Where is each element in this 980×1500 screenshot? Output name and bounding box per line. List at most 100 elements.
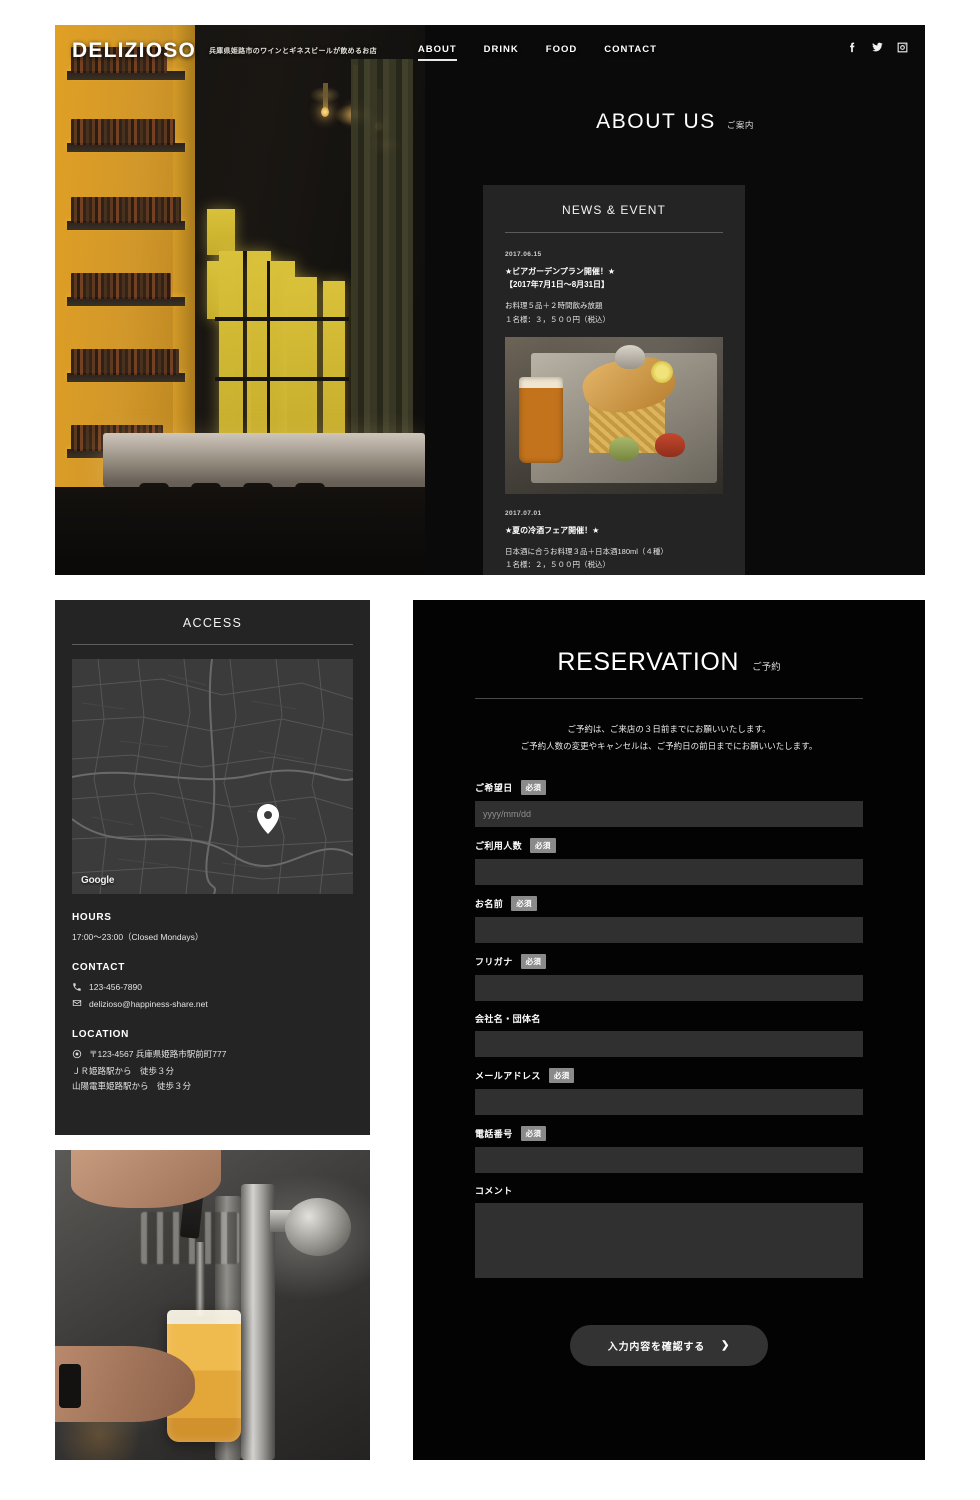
required-badge: 必須: [520, 1125, 547, 1141]
news-body: お料理５品＋２時間飲み放題 １名様：３，５００円（税込）: [505, 299, 723, 325]
news-body: 日本酒に合うお料理３品＋日本酒180ml（４種） １名様：２，５００円（税込）: [505, 545, 723, 571]
reservation-note-line2: ご予約人数の変更やキャンセルは、ご予約日の前日までにお願いいたします。: [520, 741, 818, 752]
access-info: HOURS 17:00〜23:00（Closed Mondays） CONTAC…: [72, 894, 353, 1095]
contact-email-value: delizioso@happiness-share.net: [89, 998, 208, 1009]
news-body-line2: １名様：３，５００円（税込）: [505, 314, 610, 324]
site-header: DELIZIOSO 兵庫県姫路市のワインとギネスビールが飲めるお店 ABOUT …: [55, 25, 925, 77]
phone-input[interactable]: [475, 1146, 863, 1173]
news-headline-line1: ★夏の冷酒フェア開催！★: [505, 525, 600, 535]
field-label: 電話番号: [475, 1128, 513, 1139]
nav-item-food[interactable]: FOOD: [546, 44, 577, 59]
page-root: ABOUT US ご案内 NEWS & EVENT 2017.06.15 ★ビア…: [0, 0, 980, 1500]
field-name: お名前 必須: [475, 895, 863, 943]
field-furigana: フリガナ 必須: [475, 953, 863, 1001]
location-heading: LOCATION: [72, 1029, 130, 1040]
hero-section: ABOUT US ご案内 NEWS & EVENT 2017.06.15 ★ビア…: [55, 25, 925, 575]
twitter-icon[interactable]: [871, 41, 884, 54]
news-card-title: NEWS & EVENT: [562, 203, 666, 217]
news-headline-line1: ★ビアガーデンプラン開催！★: [505, 267, 616, 276]
bar-interior-photo: [55, 25, 425, 575]
page-title: ABOUT US ご案内: [425, 110, 925, 134]
field-label: コメント: [475, 1185, 513, 1196]
field-comment: コメント: [475, 1184, 863, 1283]
news-headline: ★夏の冷酒フェア開催！★: [505, 524, 723, 537]
field-label: ご利用人数: [475, 840, 523, 851]
reservation-title: RESERVATION ご予約: [475, 600, 863, 677]
confirm-button[interactable]: 入力内容を確認する ❯: [569, 1324, 769, 1366]
email-input[interactable]: [475, 1088, 863, 1115]
field-label: ご希望日: [475, 782, 513, 793]
about-title-jp: ご案内: [726, 120, 754, 130]
field-email: メールアドレス 必須: [475, 1067, 863, 1115]
divider: [72, 644, 353, 645]
required-badge: 必須: [520, 779, 547, 795]
about-panel: ABOUT US ご案内 NEWS & EVENT 2017.06.15 ★ビア…: [425, 25, 925, 575]
location-block: LOCATION 〒123-4567 兵庫県姫路市駅前町777 ＪＲ姫路駅から …: [72, 1029, 353, 1095]
news-date: 2017.07.01: [505, 509, 542, 517]
news-headline-line2: 【2017年7月1日〜8月31日】: [505, 280, 610, 290]
hours-value: 17:00〜23:00（Closed Mondays）: [72, 932, 204, 942]
party-size-input[interactable]: [475, 858, 863, 885]
facebook-icon[interactable]: [846, 41, 859, 54]
name-input[interactable]: [475, 916, 863, 943]
confirm-button-label: 入力内容を確認する: [607, 1341, 705, 1353]
field-label: 会社名・団体名: [475, 1013, 541, 1024]
field-label: フリガナ: [475, 956, 513, 967]
news-item[interactable]: 2017.07.01 ★夏の冷酒フェア開催！★ 日本酒に合うお料理３品＋日本酒1…: [505, 510, 723, 571]
beer-tap-photo: [55, 1150, 370, 1460]
phone-icon: [72, 980, 83, 997]
news-date: 2017.06.15: [505, 251, 542, 258]
news-and-event-card: NEWS & EVENT 2017.06.15 ★ビアガーデンプラン開催！★ 【…: [483, 185, 745, 575]
field-party-size: ご利用人数 必須: [475, 837, 863, 885]
social-links: [846, 41, 909, 54]
mail-icon: [72, 996, 83, 1013]
reservation-title-jp: ご予約: [752, 662, 781, 673]
about-title-en: ABOUT US: [596, 110, 716, 133]
location-route-1: ＪＲ姫路駅から 徒歩３分: [72, 1065, 175, 1076]
location-map[interactable]: Google: [72, 659, 353, 894]
location-pin-icon: [72, 1047, 83, 1064]
reservation-section: RESERVATION ご予約 ご予約は、ご来店の３日前までにお願いいたします。…: [413, 600, 925, 1460]
reservation-form: ご希望日 必須 ご利用人数 必須 お名前 必須: [475, 779, 863, 1366]
furigana-input[interactable]: [475, 974, 863, 1001]
required-badge: 必須: [530, 837, 556, 853]
hours-heading: HOURS: [72, 912, 112, 923]
required-badge: 必須: [548, 1067, 575, 1083]
comment-textarea[interactable]: [475, 1202, 863, 1278]
contact-email-row[interactable]: delizioso@happiness-share.net: [72, 996, 353, 1013]
news-body-line2: １名様：２，５００円（税込）: [505, 559, 610, 569]
divider: [475, 698, 863, 699]
contact-phone-row[interactable]: 123-456-7890: [72, 980, 353, 997]
reservation-note: ご予約は、ご来店の３日前までにお願いいたします。 ご予約人数の変更やキャンセルは…: [475, 721, 863, 756]
news-body-line1: お料理５品＋２時間飲み放題: [505, 301, 603, 311]
nav-item-contact[interactable]: CONTACT: [604, 44, 657, 59]
submit-row: 入力内容を確認する ❯: [475, 1324, 863, 1366]
news-headline: ★ビアガーデンプラン開催！★ 【2017年7月1日〜8月31日】: [505, 265, 723, 291]
news-item[interactable]: 2017.06.15 ★ビアガーデンプラン開催！★ 【2017年7月1日〜8月3…: [505, 251, 723, 494]
chevron-right-icon: ❯: [721, 1339, 731, 1351]
field-desired-date: ご希望日 必須: [475, 779, 863, 827]
site-tagline: 兵庫県姫路市のワインとギネスビールが飲めるお店: [208, 48, 377, 55]
contact-phone-value: 123-456-7890: [89, 982, 142, 993]
reservation-note-line1: ご予約は、ご来店の３日前までにお願いいたします。: [567, 724, 771, 734]
access-card: ACCESS Google HOURS 17:00〜23:00（Closed M…: [55, 600, 370, 1135]
required-badge: 必須: [511, 895, 537, 911]
news-item-photo: [505, 336, 723, 494]
map-roads: [72, 659, 353, 894]
reservation-title-en: RESERVATION: [557, 648, 740, 676]
nav-item-drink[interactable]: DRINK: [484, 44, 519, 59]
location-address-value: 〒123-4567 兵庫県姫路市駅前町777: [89, 1049, 227, 1060]
brand-logo[interactable]: DELIZIOSO: [72, 39, 196, 63]
field-label: メールアドレス: [475, 1070, 541, 1081]
desired-date-input[interactable]: [475, 800, 863, 827]
field-phone: 電話番号 必須: [475, 1125, 863, 1173]
field-label: お名前: [475, 898, 504, 909]
google-logo: Google: [81, 875, 115, 886]
news-body-line1: 日本酒に合うお料理３品＋日本酒180ml（４種）: [505, 546, 668, 556]
main-nav: ABOUT DRINK FOOD CONTACT: [417, 44, 657, 61]
required-badge: 必須: [520, 953, 547, 969]
instagram-icon[interactable]: [896, 41, 909, 54]
company-input[interactable]: [475, 1030, 863, 1057]
nav-item-about[interactable]: ABOUT: [417, 44, 457, 61]
map-pin-icon: [257, 804, 279, 834]
